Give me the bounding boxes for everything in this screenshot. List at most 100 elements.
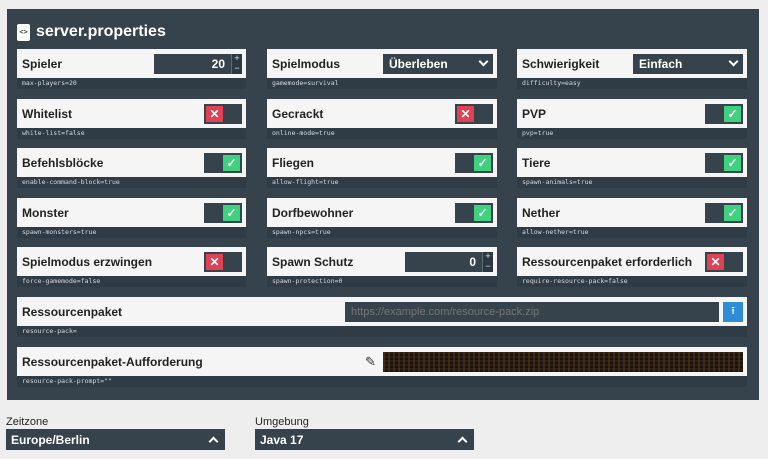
chevron-up-icon bbox=[457, 436, 468, 447]
online-mode-key: online-mode=true bbox=[267, 128, 497, 139]
property-pvp: PVP ✓ pvp=true bbox=[517, 99, 747, 139]
gamemode-select[interactable]: Überleben bbox=[383, 53, 493, 74]
resource-pack-prompt-preview[interactable] bbox=[383, 351, 743, 372]
command-block-key: enable-command-block=true bbox=[17, 177, 246, 188]
resource-pack-prompt-label: Ressourcenpaket-Aufforderung bbox=[22, 354, 203, 369]
pvp-toggle[interactable]: ✓ bbox=[705, 103, 743, 124]
gamemode-key: gamemode=survival bbox=[267, 78, 497, 89]
check-icon: ✓ bbox=[474, 204, 491, 221]
check-icon: ✓ bbox=[724, 154, 741, 171]
allow-flight-key: allow-flight=true bbox=[267, 177, 497, 188]
gamemode-value: Überleben bbox=[389, 56, 448, 71]
property-spawn-npcs: Dorfbewohner ✓ spawn-npcs=true bbox=[267, 198, 497, 238]
property-max-players: Spieler 20 + − max-players=20 bbox=[17, 49, 246, 89]
timezone-select[interactable]: Europe/Berlin bbox=[6, 429, 225, 450]
close-icon: ✕ bbox=[457, 105, 474, 122]
close-icon: ✕ bbox=[206, 105, 223, 122]
check-icon: ✓ bbox=[474, 154, 491, 171]
require-resource-pack-label: Ressourcenpaket erforderlich bbox=[522, 254, 693, 269]
allow-flight-label: Fliegen bbox=[272, 155, 315, 170]
difficulty-label: Schwierigkeit bbox=[522, 56, 600, 71]
property-white-list: Whitelist ✕ white-list=false bbox=[17, 99, 246, 139]
property-force-gamemode: Spielmodus erzwingen ✕ force-gamemode=fa… bbox=[17, 247, 246, 287]
spawn-protection-value[interactable]: 0 bbox=[405, 251, 482, 272]
spawn-monsters-label: Monster bbox=[22, 205, 69, 220]
spawn-monsters-key: spawn-monsters=true bbox=[17, 227, 246, 238]
upload-button[interactable]: ⭱ bbox=[723, 301, 743, 322]
chevron-down-icon bbox=[728, 56, 739, 67]
panel-title: <> server.properties bbox=[17, 22, 166, 42]
environment-label: Umgebung bbox=[255, 416, 309, 428]
property-spawn-animals: Tiere ✓ spawn-animals=true bbox=[517, 148, 747, 188]
resource-pack-url-input[interactable] bbox=[345, 301, 719, 322]
resource-pack-prompt-key: resource-pack-prompt="" bbox=[17, 376, 747, 387]
white-list-toggle[interactable]: ✕ bbox=[204, 103, 242, 124]
check-icon: ✓ bbox=[223, 154, 240, 171]
command-block-toggle[interactable]: ✓ bbox=[204, 152, 242, 173]
max-players-label: Spieler bbox=[22, 56, 63, 71]
pvp-key: pvp=true bbox=[517, 128, 747, 139]
pencil-icon[interactable]: ✎ bbox=[365, 354, 377, 370]
upload-icon: ⭱ bbox=[731, 305, 735, 317]
allow-nether-toggle[interactable]: ✓ bbox=[705, 202, 743, 223]
spawn-animals-toggle[interactable]: ✓ bbox=[705, 152, 743, 173]
online-mode-label: Gecrackt bbox=[272, 106, 324, 121]
spawn-animals-label: Tiere bbox=[522, 155, 551, 170]
chevron-up-icon bbox=[208, 436, 219, 447]
spawn-npcs-toggle[interactable]: ✓ bbox=[455, 202, 493, 223]
max-players-key: max-players=20 bbox=[17, 78, 246, 89]
resource-pack-key: resource-pack= bbox=[17, 326, 747, 337]
decrement-button[interactable]: − bbox=[232, 63, 242, 74]
close-icon: ✕ bbox=[707, 253, 724, 270]
property-resource-pack-prompt: Ressourcenpaket-Aufforderung ✎ resource-… bbox=[17, 347, 747, 387]
pvp-label: PVP bbox=[522, 106, 547, 121]
decrement-button[interactable]: − bbox=[483, 261, 493, 272]
property-spawn-monsters: Monster ✓ spawn-monsters=true bbox=[17, 198, 246, 238]
chevron-down-icon bbox=[478, 56, 489, 67]
property-allow-flight: Fliegen ✓ allow-flight=true bbox=[267, 148, 497, 188]
check-icon: ✓ bbox=[724, 204, 741, 221]
force-gamemode-label: Spielmodus erzwingen bbox=[22, 254, 153, 269]
property-online-mode: Gecrackt ✕ online-mode=true bbox=[267, 99, 497, 139]
spawn-protection-key: spawn-protection=0 bbox=[267, 276, 497, 287]
gamemode-label: Spielmodus bbox=[272, 56, 341, 71]
difficulty-value: Einfach bbox=[639, 56, 683, 71]
require-resource-pack-key: require-resource-pack=false bbox=[517, 276, 747, 287]
difficulty-key: difficulty=easy bbox=[517, 78, 747, 89]
property-difficulty: Schwierigkeit Einfach difficulty=easy bbox=[517, 49, 747, 89]
server-properties-panel: <> server.properties Spieler 20 + − max-… bbox=[7, 9, 759, 400]
allow-nether-label: Nether bbox=[522, 205, 561, 220]
file-code-icon: <> bbox=[17, 23, 30, 41]
property-resource-pack: Ressourcenpaket ⭱ resource-pack= bbox=[17, 297, 747, 337]
environment-select[interactable]: Java 17 bbox=[255, 429, 474, 450]
check-icon: ✓ bbox=[223, 204, 240, 221]
white-list-label: Whitelist bbox=[22, 106, 72, 121]
timezone-label: Zeitzone bbox=[6, 416, 49, 428]
spawn-protection-stepper[interactable]: 0 + − bbox=[405, 251, 493, 272]
environment-value: Java 17 bbox=[260, 432, 304, 447]
property-allow-nether: Nether ✓ allow-nether=true bbox=[517, 198, 747, 238]
allow-flight-toggle[interactable]: ✓ bbox=[455, 152, 493, 173]
spawn-animals-key: spawn-animals=true bbox=[517, 177, 747, 188]
property-command-block: Befehlsblöcke ✓ enable-command-block=tru… bbox=[17, 148, 246, 188]
check-icon: ✓ bbox=[724, 105, 741, 122]
force-gamemode-key: force-gamemode=false bbox=[17, 276, 246, 287]
online-mode-toggle[interactable]: ✕ bbox=[455, 103, 493, 124]
panel-title-text: server.properties bbox=[36, 23, 166, 40]
max-players-stepper[interactable]: 20 + − bbox=[154, 53, 242, 74]
spawn-npcs-label: Dorfbewohner bbox=[272, 205, 354, 220]
increment-button[interactable]: + bbox=[483, 251, 493, 262]
timezone-value: Europe/Berlin bbox=[11, 432, 90, 447]
difficulty-select[interactable]: Einfach bbox=[633, 53, 743, 74]
spawn-monsters-toggle[interactable]: ✓ bbox=[204, 202, 242, 223]
resource-pack-label: Ressourcenpaket bbox=[22, 304, 123, 319]
allow-nether-key: allow-nether=true bbox=[517, 227, 747, 238]
require-resource-pack-toggle[interactable]: ✕ bbox=[705, 251, 743, 272]
force-gamemode-toggle[interactable]: ✕ bbox=[204, 251, 242, 272]
max-players-value[interactable]: 20 bbox=[154, 53, 231, 74]
command-block-label: Befehlsblöcke bbox=[22, 155, 104, 170]
property-gamemode: Spielmodus Überleben gamemode=survival bbox=[267, 49, 497, 89]
white-list-key: white-list=false bbox=[17, 128, 246, 139]
increment-button[interactable]: + bbox=[232, 53, 242, 64]
spawn-protection-label: Spawn Schutz bbox=[272, 254, 354, 269]
